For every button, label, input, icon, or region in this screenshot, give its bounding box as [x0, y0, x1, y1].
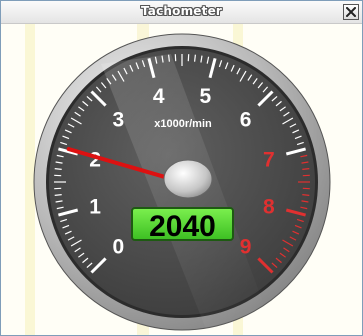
unit-label: x1000r/min: [154, 118, 212, 130]
minor-tick: [194, 54, 196, 62]
tick-label-3: 3: [113, 108, 125, 131]
minor-tick: [54, 194, 62, 196]
minor-tick: [168, 54, 170, 62]
tick-label-4: 4: [153, 85, 165, 108]
window-title: Tachometer: [140, 4, 223, 18]
tick-label-1: 1: [89, 195, 101, 218]
close-button[interactable]: [343, 4, 359, 20]
tick-label-9: 9: [240, 236, 252, 259]
rpm-value: 2040: [149, 210, 216, 243]
tick-label-5: 5: [199, 85, 211, 108]
title-bar[interactable]: Tachometer: [1, 1, 362, 24]
needle-hub: [163, 159, 213, 199]
tick-label-2: 2: [89, 149, 101, 172]
tachometer-gauge: 01234 56789 x1000r/min 2040: [33, 33, 331, 331]
minor-tick: [302, 194, 310, 196]
tick-label-0: 0: [113, 236, 125, 259]
gauge-area: 0123456789 x1000r/min 2040: [1, 24, 362, 335]
minor-tick: [54, 168, 62, 170]
tick-label-7: 7: [263, 149, 275, 172]
tachometer-window: Tachometer 0 1 2 3 4 5 6 7 8 9 x1000r/mi…: [0, 0, 363, 336]
rpm-display: 2040: [131, 207, 234, 243]
tick-label-8: 8: [263, 195, 275, 218]
minor-tick: [302, 168, 310, 170]
tick-label-6: 6: [240, 108, 252, 131]
close-icon: [346, 7, 356, 17]
